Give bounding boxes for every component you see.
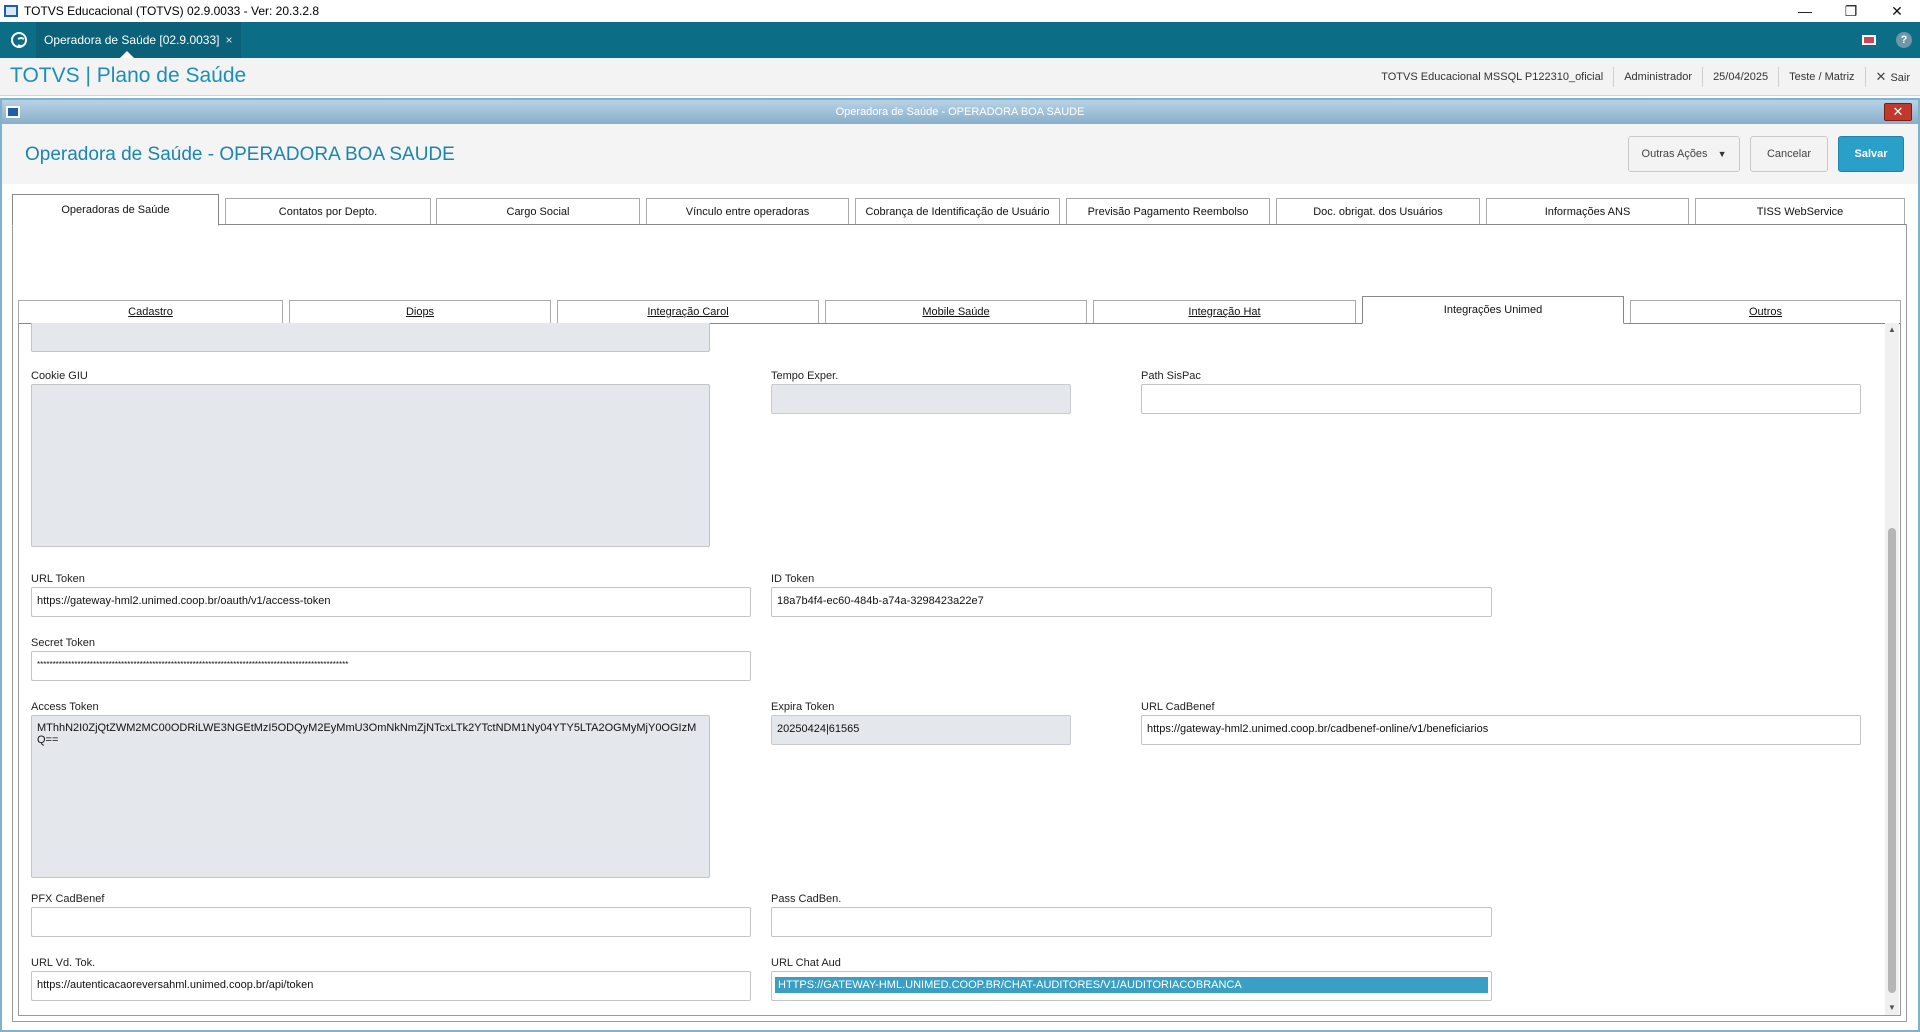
tab-outros-label: Outros <box>1748 306 1782 318</box>
totvs-home-icon[interactable] <box>11 32 27 48</box>
app-tab-label: Operadora de Saúde [02.9.0033] <box>44 33 220 47</box>
path-sispac-field[interactable] <box>1141 384 1861 414</box>
tab-cadastro[interactable]: Cadastro <box>18 300 283 323</box>
path-sispac-label: Path SisPac <box>1141 370 1201 382</box>
tab-previsao-pagamento[interactable]: Previsão Pagamento Reembolso <box>1066 198 1270 225</box>
pass-cadben-field[interactable] <box>771 907 1492 937</box>
dialog-titlebar: Operadora de Saúde - OPERADORA BOA SAUDE… <box>2 100 1918 124</box>
tab-pointer <box>120 51 134 58</box>
tab-outros[interactable]: Outros <box>1630 300 1901 323</box>
top-tabs: Operadoras de Saúde Contatos por Depto. … <box>12 194 1907 226</box>
brand-title: TOTVS | Plano de Saúde <box>10 64 247 87</box>
save-button[interactable]: Salvar <box>1838 136 1904 172</box>
secret-token-label: Secret Token <box>31 637 96 649</box>
tab-diops-label: Diops <box>405 306 435 318</box>
app-window-icon <box>4 5 18 17</box>
other-actions-label: Outras Ações <box>1641 148 1708 160</box>
session-info: TOTVS Educacional MSSQL P122310_oficial … <box>1371 58 1920 96</box>
inner-tabs: Cadastro Diops Integração Carol Mobile S… <box>18 296 1901 324</box>
tab-operadoras-de-saude[interactable]: Operadoras de Saúde <box>12 194 219 226</box>
cookie-giu-textarea[interactable] <box>31 384 710 547</box>
tab-contatos-por-depto[interactable]: Contatos por Depto. <box>225 198 431 225</box>
tab-informacoes-ans[interactable]: Informações ANS <box>1486 198 1689 225</box>
access-token-label: Access Token <box>31 701 99 713</box>
app-header: TOTVS | Plano de Saúde TOTVS Educacional… <box>0 58 1920 96</box>
minimize-icon[interactable]: — <box>1782 0 1828 22</box>
selected-text: HTTPS://GATEWAY-HML.UNIMED.COOP.BR/CHAT-… <box>775 977 1488 993</box>
tab-cobranca-identificacao[interactable]: Cobrança de Identificação de Usuário <box>855 198 1060 225</box>
dialog-title: Operadora de Saúde - OPERADORA BOA SAUDE <box>835 106 1085 118</box>
scroll-thumb[interactable] <box>1888 528 1896 993</box>
tab-mobile-saude[interactable]: Mobile Saúde <box>825 300 1087 323</box>
tempo-exper-label: Tempo Exper. <box>771 370 839 382</box>
url-vd-tok-field[interactable]: https://autenticacaoreversahml.unimed.co… <box>31 971 751 1001</box>
pfx-cadbenef-label: PFX CadBenef <box>31 893 105 905</box>
os-titlebar: TOTVS Educacional (TOTVS) 02.9.0033 - Ve… <box>0 0 1920 22</box>
app-tab-operadora[interactable]: Operadora de Saúde [02.9.0033] × <box>36 22 241 58</box>
tempo-exper-field[interactable] <box>771 384 1071 414</box>
tab-mobile-saude-label: Mobile Saúde <box>922 306 990 318</box>
tab-integracoes-unimed-label: Integrações Unimed <box>1443 304 1543 316</box>
tab-doc-obrigat[interactable]: Doc. obrigat. dos Usuários <box>1276 198 1480 225</box>
tab-tiss-webservice[interactable]: TISS WebService <box>1695 198 1905 225</box>
scrolled-textarea[interactable] <box>31 323 710 352</box>
pass-cadben-label: Pass CadBen. <box>771 893 842 905</box>
tab-integracao-carol-label: Integração Carol <box>647 306 729 318</box>
url-chat-aud-label: URL Chat Aud <box>771 957 841 969</box>
url-token-label: URL Token <box>31 573 85 585</box>
cancel-button[interactable]: Cancelar <box>1750 136 1828 172</box>
scroll-up-icon[interactable]: ▲ <box>1885 323 1899 337</box>
tab-integracoes-unimed[interactable]: Integrações Unimed <box>1362 296 1624 324</box>
page-title: Operadora de Saúde - OPERADORA BOA SAUDE <box>25 144 455 165</box>
tab-diops[interactable]: Diops <box>289 300 551 323</box>
url-vd-tok-label: URL Vd. Tok. <box>31 957 96 969</box>
restore-icon[interactable]: ❐ <box>1828 0 1874 22</box>
tab-close-icon[interactable]: × <box>225 33 232 47</box>
window-title: TOTVS Educacional (TOTVS) 02.9.0033 - Ve… <box>24 4 320 18</box>
expira-token-field[interactable]: 20250424|61565 <box>771 715 1071 745</box>
mail-icon[interactable] <box>1862 35 1876 45</box>
url-token-field[interactable]: https://gateway-hml2.unimed.coop.br/oaut… <box>31 587 751 617</box>
dialog-close-icon[interactable]: ✕ <box>1884 103 1912 121</box>
exit-icon: ✕ <box>1875 69 1887 84</box>
tab-vinculo-entre-operadoras[interactable]: Vínculo entre operadoras <box>646 198 849 225</box>
url-chat-aud-field[interactable]: HTTPS://GATEWAY-HML.UNIMED.COOP.BR/CHAT-… <box>771 971 1492 1001</box>
cookie-giu-label: Cookie GIU <box>31 370 88 382</box>
exit-button[interactable]: ✕ Sair <box>1864 67 1920 87</box>
tabbar-right: ? <box>1862 22 1920 58</box>
close-window-icon[interactable]: ✕ <box>1874 0 1920 22</box>
pfx-cadbenef-field[interactable] <box>31 907 751 937</box>
secret-token-field[interactable]: ****************************************… <box>31 651 751 681</box>
url-cadbenef-field[interactable]: https://gateway-hml2.unimed.coop.br/cadb… <box>1141 715 1861 745</box>
integracoes-unimed-panel: Cookie GIU Tempo Exper. Path SisPac URL … <box>18 323 1901 1016</box>
chevron-down-icon: ▼ <box>1717 149 1727 159</box>
user-label[interactable]: Administrador <box>1613 67 1702 87</box>
app-tabbar: Operadora de Saúde [02.9.0033] × ? <box>0 22 1920 58</box>
dialog-header: Operadora de Saúde - OPERADORA BOA SAUDE… <box>2 124 1918 184</box>
tab-integracao-carol[interactable]: Integração Carol <box>557 300 819 323</box>
date-label[interactable]: 25/04/2025 <box>1702 67 1778 87</box>
help-icon[interactable]: ? <box>1896 32 1912 48</box>
window-controls: — ❐ ✕ <box>1782 0 1920 22</box>
dialog-window-icon <box>6 106 20 118</box>
tab-cadastro-label: Cadastro <box>128 306 173 318</box>
url-cadbenef-label: URL CadBenef <box>1141 701 1215 713</box>
operadora-dialog: Operadora de Saúde - OPERADORA BOA SAUDE… <box>0 98 1920 1032</box>
other-actions-button[interactable]: Outras Ações ▼ <box>1628 136 1740 172</box>
company-label[interactable]: Teste / Matriz <box>1778 67 1864 87</box>
expira-token-label: Expira Token <box>771 701 835 713</box>
id-token-field[interactable]: 18a7b4f4-ec60-484b-a74a-3298423a22e7 <box>771 587 1492 617</box>
exit-label: Sair <box>1890 72 1910 84</box>
access-token-textarea[interactable]: MThhN2I0ZjQtZWM2MC00ODRiLWE3NGEtMzI5ODQy… <box>31 715 710 878</box>
tab-integracao-hat[interactable]: Integração Hat <box>1093 300 1356 323</box>
vertical-scrollbar[interactable]: ▲ ▼ <box>1885 323 1899 1015</box>
scroll-down-icon[interactable]: ▼ <box>1885 1001 1899 1015</box>
environment-label[interactable]: TOTVS Educacional MSSQL P122310_oficial <box>1371 67 1613 87</box>
tab-cargo-social[interactable]: Cargo Social <box>436 198 640 225</box>
id-token-label: ID Token <box>771 573 815 585</box>
tab-integracao-hat-label: Integração Hat <box>1188 306 1261 318</box>
